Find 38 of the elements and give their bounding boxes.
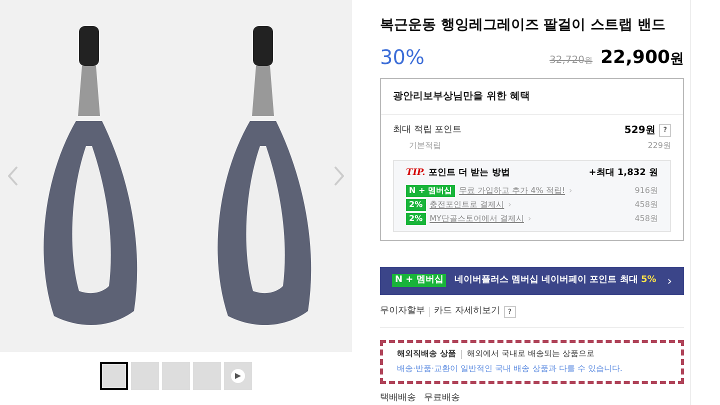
base-points-value: 229원 [648, 140, 671, 152]
tip-total: +최대 1,832 원 [588, 167, 658, 180]
product-title: 복근운동 행잉레그레이즈 팔걸이 스트랩 밴드 [380, 16, 666, 35]
thumbnail[interactable] [162, 362, 190, 390]
membership-badge: 2% [406, 198, 426, 210]
play-icon [231, 369, 245, 383]
thumbnail[interactable] [131, 362, 159, 390]
thumbnail[interactable] [193, 362, 221, 390]
tip-amount: 458원 [634, 198, 658, 210]
membership-banner[interactable]: N + 멤버십 네이버플러스 멤버십 네이버페이 포인트 최대 5% › [380, 266, 684, 295]
points-value: 529원 [624, 124, 656, 138]
card-details-link[interactable]: 카드 자세히보기 [434, 305, 500, 318]
discount-rate: 30% [380, 44, 424, 71]
tip-amount: 458원 [634, 212, 658, 224]
installment-label: 무이자할부 [380, 305, 425, 318]
sale-price: 22,900원 [600, 46, 684, 70]
membership-badge: 2% [406, 212, 426, 224]
shipping-method: 택배배송 [380, 392, 416, 404]
overseas-title: 해외직배송 상품 [397, 348, 456, 360]
base-points-label: 기본적립 [408, 140, 441, 152]
tip-amount: 916원 [634, 184, 658, 196]
points-label: 최대 적립 포인트 [393, 124, 462, 137]
thumbnail[interactable] [224, 362, 252, 390]
chevron-right-icon: › [569, 184, 572, 196]
chevron-right-icon[interactable] [334, 166, 344, 186]
shipping-fee: 무료배송 [424, 392, 460, 404]
tip-title: TIP. 포인트 더 받는 방법 [406, 167, 510, 180]
chevron-left-icon[interactable] [8, 166, 18, 186]
thumbnail[interactable] [100, 362, 128, 390]
overseas-note: 배송·반품·교환이 일반적인 국내 배송 상품과 다를 수 있습니다. [397, 363, 624, 375]
chevron-right-icon: › [528, 212, 532, 224]
chevron-right-icon: › [667, 272, 672, 290]
chevron-right-icon: › [508, 198, 512, 210]
benefit-title: 광안리보부상님만을 위한 혜택 [381, 79, 683, 115]
membership-badge: N + 멤버십 [406, 184, 455, 196]
membership-badge: N + 멤버십 [392, 274, 446, 288]
overseas-description: 해외에서 국내로 배송되는 상품으로 [466, 348, 594, 360]
banner-text: 네이버플러스 멤버십 네이버페이 포인트 최대 5% [454, 274, 656, 287]
